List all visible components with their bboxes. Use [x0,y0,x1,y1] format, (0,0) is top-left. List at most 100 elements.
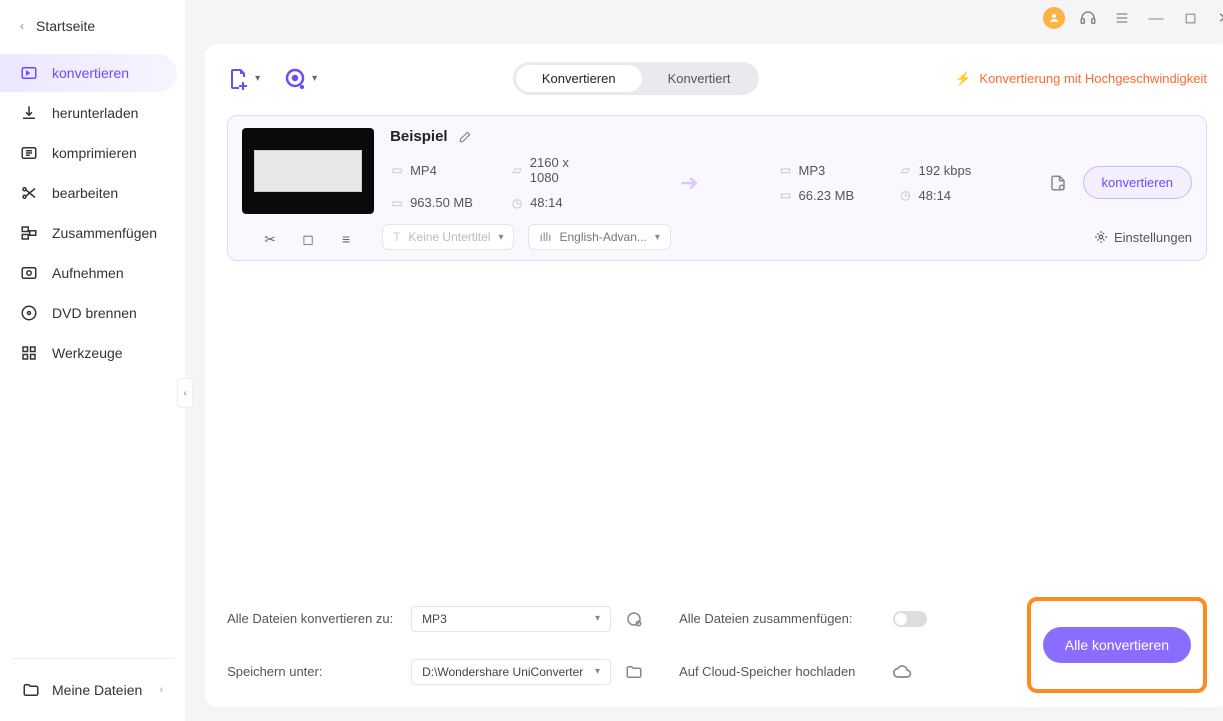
cloud-icon[interactable] [893,662,993,682]
waveform-icon: ıllı [539,230,551,244]
minimize-icon[interactable]: ― [1145,7,1167,29]
save-path-value: D:\Wondershare UniConverter [422,665,583,679]
chevron-down-icon: ▾ [498,232,503,243]
open-folder-icon[interactable] [625,663,665,681]
headset-icon[interactable] [1077,7,1099,29]
src-format: MP4 [410,163,437,178]
output-settings-icon[interactable] [1049,174,1067,192]
merge-all-label: Alle Dateien zusammenfügen: [679,611,879,626]
user-avatar-icon[interactable] [1043,7,1065,29]
bottom-bar: Alle Dateien konvertieren zu: MP3 ▾ Alle… [227,585,1207,693]
sidebar-item-compress[interactable]: komprimieren [0,134,177,172]
main: ― ✕ ▾ ▾ Konvertieren Konvertiert ⚡ [185,0,1223,721]
sidebar-item-label: Werkzeuge [52,345,123,361]
chevron-down-icon: ▾ [595,613,600,624]
chevron-down-icon: ▾ [255,73,260,84]
sidebar-list: konvertieren herunterladen komprimieren … [0,44,185,658]
sidebar-item-label: herunterladen [52,105,138,121]
tab-converted[interactable]: Konvertiert [642,65,757,92]
add-disc-button[interactable]: ▾ [284,67,317,91]
sidebar-item-record[interactable]: Aufnehmen [0,254,177,292]
subtitle-dropdown[interactable]: T Keine Untertitel ▾ [382,224,514,250]
convert-icon [20,64,38,82]
clock-icon: ◷ [899,188,913,202]
titlebar: ― ✕ [185,0,1223,36]
file-info: Beispiel ▭ MP4 ▱ 2160 x 1080 ▭ 963.50 MB ◷ 4… [390,128,1192,210]
src-resolution: 2160 x 1080 [530,155,600,185]
add-disc-icon [284,67,308,91]
maximize-icon[interactable] [1179,7,1201,29]
src-duration: 48:14 [530,195,563,210]
merge-icon [20,224,38,242]
audio-icon: ▭ [779,163,793,177]
bolt-icon: ⚡ [955,71,971,87]
sidebar: ‹ Startseite konvertieren herunterladen … [0,0,185,721]
cloud-upload-label: Auf Cloud-Speicher hochladen [679,664,879,679]
dst-size: 66.23 MB [799,188,855,203]
convert-all-highlight: Alle konvertieren [1027,597,1207,693]
dst-bitrate: 192 kbps [919,163,972,178]
sidebar-item-label: Zusammenfügen [52,225,157,241]
sidebar-item-convert[interactable]: konvertieren [0,54,177,92]
sidebar-collapse-icon[interactable]: ‹ [177,378,193,408]
sidebar-item-edit[interactable]: bearbeiten [0,174,177,212]
high-speed-badge[interactable]: ⚡ Konvertierung mit Hochgeschwindigkeit [955,71,1207,87]
chevron-down-icon: ▾ [595,666,600,677]
grid-icon [20,344,38,362]
dst-format: MP3 [799,163,826,178]
chevron-down-icon: ▾ [655,232,660,243]
sidebar-item-label: konvertieren [52,65,129,81]
record-icon [20,264,38,282]
file-settings-button[interactable]: Einstellungen [1094,230,1192,245]
disc-icon [20,304,38,322]
sidebar-item-label: DVD brennen [52,305,137,321]
convert-all-button[interactable]: Alle konvertieren [1043,627,1191,663]
back-icon[interactable]: ‹ [20,19,24,33]
src-size: 963.50 MB [410,195,473,210]
menu-icon[interactable] [1111,7,1133,29]
sidebar-item-label: bearbeiten [52,185,118,201]
convert-all-to-label: Alle Dateien konvertieren zu: [227,611,397,626]
sidebar-header: ‹ Startseite [0,0,185,44]
sidebar-item-dvd[interactable]: DVD brennen [0,294,177,332]
download-icon [20,104,38,122]
sidebar-item-tools[interactable]: Werkzeuge [0,334,177,372]
sidebar-footer: Meine Dateien › [12,658,173,721]
scissors-icon [20,184,38,202]
target-format-select[interactable]: MP3 ▾ [411,606,611,632]
effects-icon[interactable]: ≡ [338,231,354,248]
size-icon: ▭ [390,196,404,210]
file-title: Beispiel [390,128,448,145]
save-path-select[interactable]: D:\Wondershare UniConverter ▾ [411,659,611,685]
speed-label: Konvertierung mit Hochgeschwindigkeit [979,71,1207,86]
close-icon[interactable]: ✕ [1213,7,1223,29]
bitrate-icon: ▱ [899,163,913,177]
merge-toggle[interactable] [893,611,927,627]
sidebar-item-label: komprimieren [52,145,137,161]
size-icon: ▭ [779,188,793,202]
resolution-icon: ▱ [510,163,524,177]
sidebar-item-label: Aufnehmen [52,265,124,281]
trim-icon[interactable]: ✂ [262,231,278,248]
content-card: ▾ ▾ Konvertieren Konvertiert ⚡ Konvertie… [205,44,1223,707]
settings-label: Einstellungen [1114,230,1192,245]
edit-title-icon[interactable] [458,130,472,144]
add-file-icon [227,67,251,91]
chevron-right-icon: › [159,684,163,696]
video-thumbnail[interactable] [242,128,374,214]
tab-convert[interactable]: Konvertieren [516,65,642,92]
add-file-button[interactable]: ▾ [227,67,260,91]
video-icon: ▭ [390,163,404,177]
file-card: Beispiel ▭ MP4 ▱ 2160 x 1080 ▭ 963.50 MB ◷ 4… [227,115,1207,261]
my-files-label: Meine Dateien [52,682,142,698]
my-files-button[interactable]: Meine Dateien › [12,673,173,707]
audio-track-dropdown[interactable]: ıllı English-Advan... ▾ [528,224,670,250]
clock-icon: ◷ [510,196,524,210]
sidebar-item-merge[interactable]: Zusammenfügen [0,214,177,252]
convert-button[interactable]: konvertieren [1083,166,1193,199]
sidebar-item-download[interactable]: herunterladen [0,94,177,132]
format-settings-icon[interactable] [625,610,665,628]
crop-icon[interactable]: ◻ [300,231,316,248]
home-label[interactable]: Startseite [36,18,95,34]
target-format-value: MP3 [422,612,447,626]
